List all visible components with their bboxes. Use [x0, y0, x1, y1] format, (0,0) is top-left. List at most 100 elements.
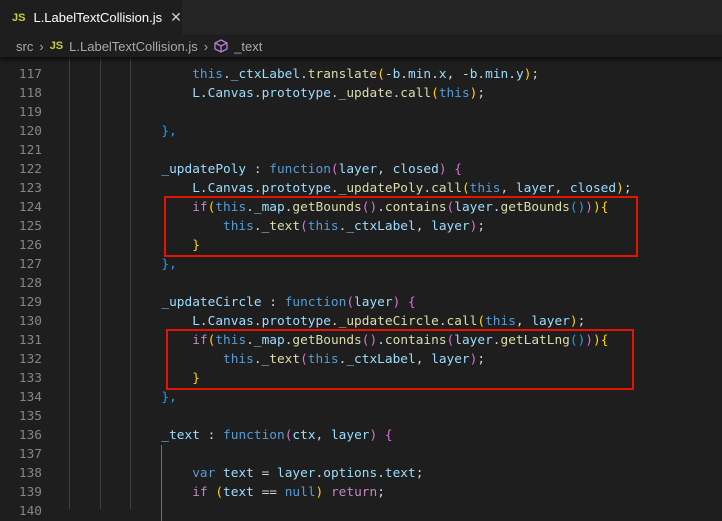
- code-token: ,: [377, 162, 393, 177]
- code-token: this: [469, 181, 501, 196]
- code-token: layer: [276, 466, 316, 481]
- code-token: ): [392, 295, 408, 310]
- code-token: this: [485, 314, 516, 329]
- code-token: (: [346, 295, 355, 310]
- code-token: {: [384, 428, 393, 443]
- code-line: 137: [0, 445, 722, 464]
- code-token: ;: [577, 314, 586, 329]
- code-token: call: [431, 181, 462, 196]
- chevron-right-icon: ›: [39, 38, 44, 54]
- line-number: 139: [18, 485, 42, 500]
- line-number: 124: [18, 200, 42, 215]
- code-token: (: [477, 314, 486, 329]
- code-line: 120},: [0, 122, 722, 141]
- code-token: call: [446, 314, 478, 329]
- tab-title: L.LabelTextCollision.js: [33, 10, 163, 25]
- breadcrumb-file[interactable]: L.LabelTextCollision.js: [69, 39, 198, 54]
- code-token: layer: [515, 181, 555, 196]
- code-token: layer: [338, 162, 378, 177]
- code-token: x: [438, 67, 447, 82]
- code-text: },: [161, 122, 176, 141]
- active-indent-guide: [161, 445, 162, 521]
- code-line: 117 this._ctxLabel.translate(-b.min.x, -b…: [0, 65, 722, 84]
- line-number: 128: [18, 276, 42, 291]
- code-token: min: [485, 67, 509, 82]
- breadcrumb-folder[interactable]: src: [16, 39, 33, 54]
- line-number: 125: [18, 219, 42, 234]
- method-cube-icon: [214, 39, 228, 53]
- highlight-box: [166, 329, 634, 390]
- code-token: function: [223, 428, 285, 443]
- code-token: ctx: [292, 428, 316, 443]
- code-token: ;: [623, 181, 632, 196]
- code-token: , -: [446, 67, 470, 82]
- line-number: 138: [18, 466, 42, 481]
- code-token: -: [384, 67, 393, 82]
- code-token: ): [569, 314, 578, 329]
- tab-l-labeltextcollision[interactable]: JS L.LabelTextCollision.js ✕: [0, 0, 182, 35]
- code-text: this._ctxLabel.translate(-b.min.x, -b.mi…: [192, 65, 539, 84]
- code-token: .: [508, 67, 516, 82]
- code-token: .: [330, 181, 339, 196]
- code-token: translate: [307, 67, 378, 82]
- code-token: ==: [253, 485, 285, 500]
- code-text: _text : function(ctx, layer) {: [161, 426, 392, 445]
- code-line: 127},: [0, 255, 722, 274]
- javascript-file-icon: JS: [12, 11, 26, 24]
- line-number: 118: [18, 86, 42, 101]
- code-token: .: [438, 314, 447, 329]
- code-text: _updatePoly : function(layer, closed) {: [161, 160, 462, 179]
- code-token: .: [477, 67, 486, 82]
- code-token: .: [300, 67, 308, 82]
- code-token: _update: [338, 86, 393, 101]
- code-token: _ctxLabel: [230, 67, 301, 82]
- code-token: .: [431, 67, 439, 82]
- line-number: 122: [18, 162, 42, 177]
- code-token: ,: [554, 181, 570, 196]
- code-token: _updatePoly: [338, 181, 424, 196]
- line-number: 121: [18, 143, 42, 158]
- code-token: this: [192, 67, 224, 82]
- code-token: :: [246, 162, 270, 177]
- code-token: layer: [354, 295, 393, 310]
- code-token: function: [269, 162, 331, 177]
- code-token: },: [161, 257, 177, 272]
- line-number: 137: [18, 447, 42, 462]
- code-token: .: [377, 466, 385, 481]
- code-token: ,: [500, 181, 516, 196]
- code-token: prototype: [261, 86, 331, 101]
- line-number: 131: [18, 333, 42, 348]
- code-token: },: [161, 390, 177, 405]
- line-number: 129: [18, 295, 42, 310]
- code-token: var: [192, 466, 216, 481]
- code-text: },: [161, 388, 176, 407]
- close-icon[interactable]: ✕: [170, 9, 182, 26]
- code-token: this: [438, 86, 470, 101]
- code-line: 128: [0, 274, 722, 293]
- code-line: 121: [0, 141, 722, 160]
- code-token: (: [215, 485, 224, 500]
- code-token: .: [223, 67, 231, 82]
- javascript-file-icon: JS: [49, 40, 64, 52]
- code-token: :: [199, 428, 224, 443]
- code-text: },: [161, 255, 176, 274]
- code-token: ;: [377, 485, 385, 500]
- code-token: ;: [531, 67, 540, 82]
- code-text: _updateCircle : function(layer) {: [161, 293, 415, 312]
- code-token: :: [261, 295, 285, 310]
- code-text: if (text == null) return;: [192, 483, 385, 502]
- code-token: L: [192, 181, 200, 196]
- code-token: (: [330, 162, 339, 177]
- code-token: call: [400, 86, 432, 101]
- code-editor[interactable]: 117 this._ctxLabel.translate(-b.min.x, -b…: [0, 46, 722, 521]
- code-line: 138 var text = layer.options.text;: [0, 464, 722, 483]
- code-token: ;: [477, 86, 486, 101]
- code-token: (: [461, 181, 470, 196]
- line-number: 135: [18, 409, 42, 424]
- breadcrumb-symbol[interactable]: _text: [234, 39, 262, 54]
- code-token: .: [423, 181, 432, 196]
- code-line: 119: [0, 103, 722, 122]
- code-token: options: [323, 466, 378, 481]
- chevron-right-icon: ›: [203, 38, 209, 54]
